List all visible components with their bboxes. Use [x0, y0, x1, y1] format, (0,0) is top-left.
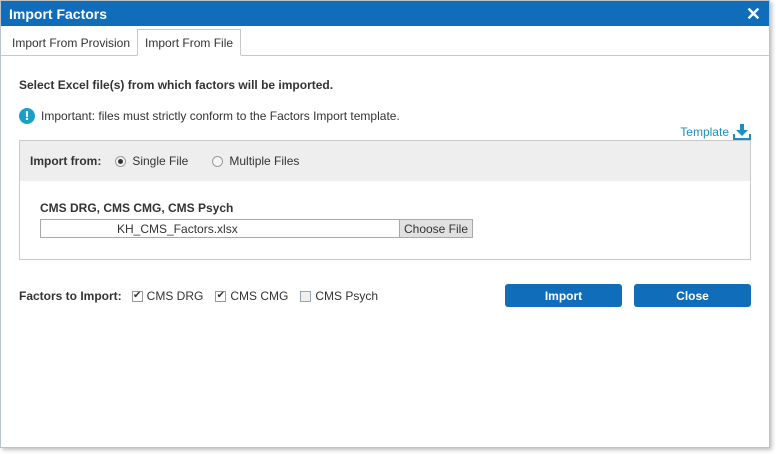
tab-content: Select Excel file(s) from which factors …	[1, 78, 769, 308]
choose-file-button[interactable]: Choose File	[399, 220, 472, 237]
radio-single-file-indicator[interactable]	[115, 155, 127, 167]
close-icon[interactable]: ✕	[746, 5, 761, 23]
radio-single-file[interactable]: Single File	[115, 154, 188, 168]
checkbox-cms-psych[interactable]: CMS Psych	[300, 289, 378, 303]
important-notice: ! Important: files must strictly conform…	[19, 106, 751, 126]
radio-multiple-files[interactable]: Multiple Files	[212, 154, 299, 168]
checkbox-cms-drg-box[interactable]: ✔	[131, 290, 143, 302]
checkbox-cms-drg-label: CMS DRG	[146, 289, 204, 303]
dialog-title: Import Factors	[9, 5, 108, 22]
import-factors-dialog: Import Factors ✕ Import From Provision I…	[0, 0, 770, 448]
instructions-heading: Select Excel file(s) from which factors …	[19, 78, 334, 92]
import-from-row: Import from: Single File Multiple Files	[20, 141, 750, 181]
info-icon: !	[19, 108, 35, 124]
file-input[interactable]: KH_CMS_Factors.xlsx Choose File	[40, 219, 473, 238]
import-button[interactable]: Import	[505, 284, 622, 307]
title-bar: Import Factors ✕	[1, 1, 769, 26]
checkbox-cms-cmg-box[interactable]: ✔	[215, 290, 227, 302]
tab-bar: Import From Provision Import From File	[1, 26, 769, 56]
tab-import-from-provision[interactable]: Import From Provision	[5, 31, 137, 55]
checkbox-cms-cmg-label: CMS CMG	[230, 289, 289, 303]
checkbox-cms-drg[interactable]: ✔ CMS DRG	[131, 289, 204, 303]
checkbox-cms-cmg[interactable]: ✔ CMS CMG	[215, 289, 288, 303]
template-download-link[interactable]: Template	[680, 124, 751, 140]
file-selection-area: CMS DRG, CMS CMG, CMS Psych KH_CMS_Facto…	[20, 181, 750, 238]
file-label: CMS DRG, CMS CMG, CMS Psych	[40, 201, 234, 215]
template-link-label: Template	[680, 125, 729, 139]
checkbox-cms-psych-label: CMS Psych	[315, 289, 379, 303]
radio-multiple-files-indicator[interactable]	[212, 155, 224, 167]
radio-multiple-files-label: Multiple Files	[229, 154, 300, 168]
factors-label: Factors to Import:	[19, 289, 122, 303]
factors-to-import-row: Factors to Import: ✔ CMS DRG ✔ CMS CMG C…	[19, 284, 751, 308]
radio-single-file-label: Single File	[132, 154, 189, 168]
download-icon	[733, 124, 751, 140]
close-button[interactable]: Close	[634, 284, 751, 307]
notice-text: Important: files must strictly conform t…	[41, 109, 400, 123]
import-options-panel: Import from: Single File Multiple Files …	[19, 140, 751, 260]
import-from-label: Import from:	[30, 154, 102, 168]
tab-import-from-file[interactable]: Import From File	[137, 29, 242, 56]
checkbox-cms-psych-box[interactable]	[300, 290, 312, 302]
file-name-value: KH_CMS_Factors.xlsx	[117, 221, 238, 236]
